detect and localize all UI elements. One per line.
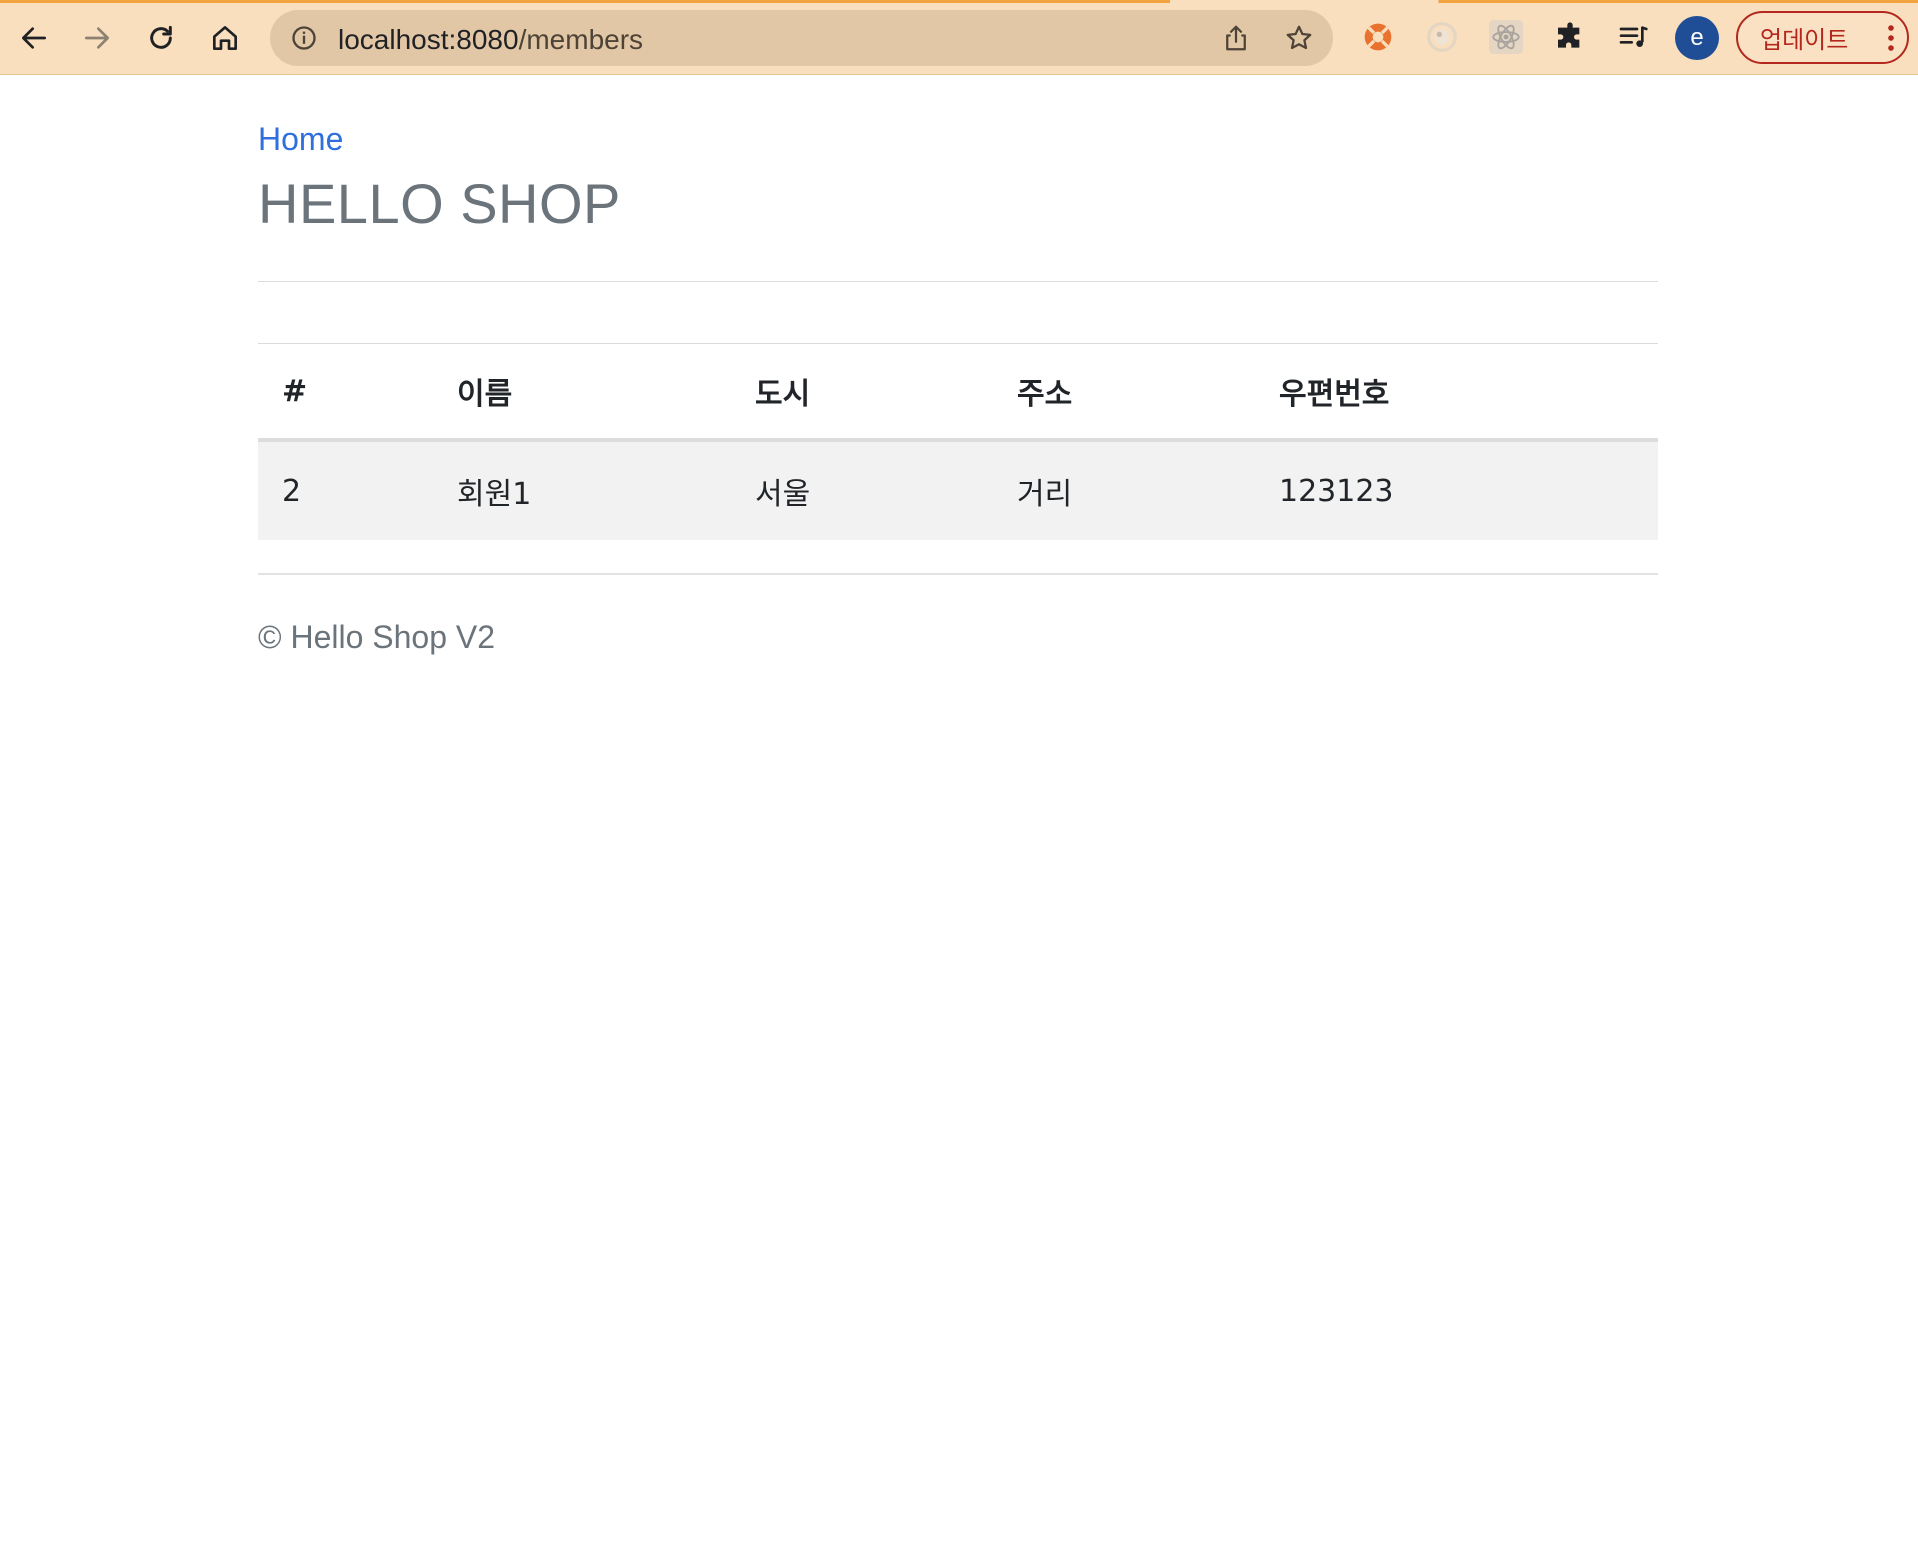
extensions-puzzle-icon[interactable] xyxy=(1550,17,1590,57)
extension-eye-icon[interactable] xyxy=(1422,17,1462,57)
home-link[interactable]: Home xyxy=(258,121,343,158)
url-path: /members xyxy=(518,24,644,55)
star-icon xyxy=(1286,25,1312,50)
cell-zipcode: 123123 xyxy=(1279,473,1394,509)
browser-toolbar: localhost:8080/members e 업데이트 xyxy=(0,0,1918,75)
header-divider xyxy=(258,281,1658,282)
back-button[interactable] xyxy=(12,13,56,63)
forward-button[interactable] xyxy=(75,13,119,63)
bookmark-button[interactable] xyxy=(1281,20,1317,56)
update-label: 업데이트 xyxy=(1760,26,1849,54)
reload-icon xyxy=(150,25,172,49)
profile-avatar[interactable]: e xyxy=(1675,16,1719,60)
loading-progress-bar xyxy=(0,0,1918,3)
url-text[interactable]: localhost:8080/members xyxy=(338,24,643,56)
footer-text: © Hello Shop V2 xyxy=(258,619,496,655)
cell-street: 거리 xyxy=(1017,477,1073,512)
header-id: # xyxy=(282,373,308,409)
cell-name: 회원1 xyxy=(457,477,532,512)
update-button[interactable]: 업데이트 xyxy=(1736,11,1909,64)
reload-button[interactable] xyxy=(139,13,183,63)
share-icon xyxy=(1226,25,1246,51)
header-name: 이름 xyxy=(457,377,513,412)
home-button[interactable] xyxy=(203,13,247,63)
footer-divider xyxy=(258,573,1658,575)
arrow-right-icon xyxy=(85,27,109,49)
avatar-letter: e xyxy=(1690,24,1704,51)
cell-id: 2 xyxy=(282,473,302,509)
table-header-row: # 이름 도시 주소 우편번호 xyxy=(258,343,1658,442)
share-button[interactable] xyxy=(1218,20,1254,56)
address-bar[interactable]: localhost:8080/members xyxy=(270,10,1333,66)
header-street: 주소 xyxy=(1017,377,1073,412)
header-city: 도시 xyxy=(755,377,811,412)
header-zipcode: 우편번호 xyxy=(1279,377,1390,412)
extension-react-icon[interactable] xyxy=(1486,17,1526,57)
url-host: localhost:8080 xyxy=(338,24,519,55)
page-title: HELLO SHOP xyxy=(258,172,621,235)
arrow-left-icon xyxy=(22,27,46,49)
cell-city: 서울 xyxy=(755,477,811,512)
info-icon[interactable] xyxy=(288,22,320,54)
table-row: 2 회원1 서울 거리 123123 xyxy=(258,442,1658,540)
media-playlist-icon[interactable] xyxy=(1613,17,1653,57)
extension-lifebuoy-icon[interactable] xyxy=(1358,17,1398,57)
more-vert-icon xyxy=(1888,25,1894,51)
home-icon xyxy=(213,26,237,50)
